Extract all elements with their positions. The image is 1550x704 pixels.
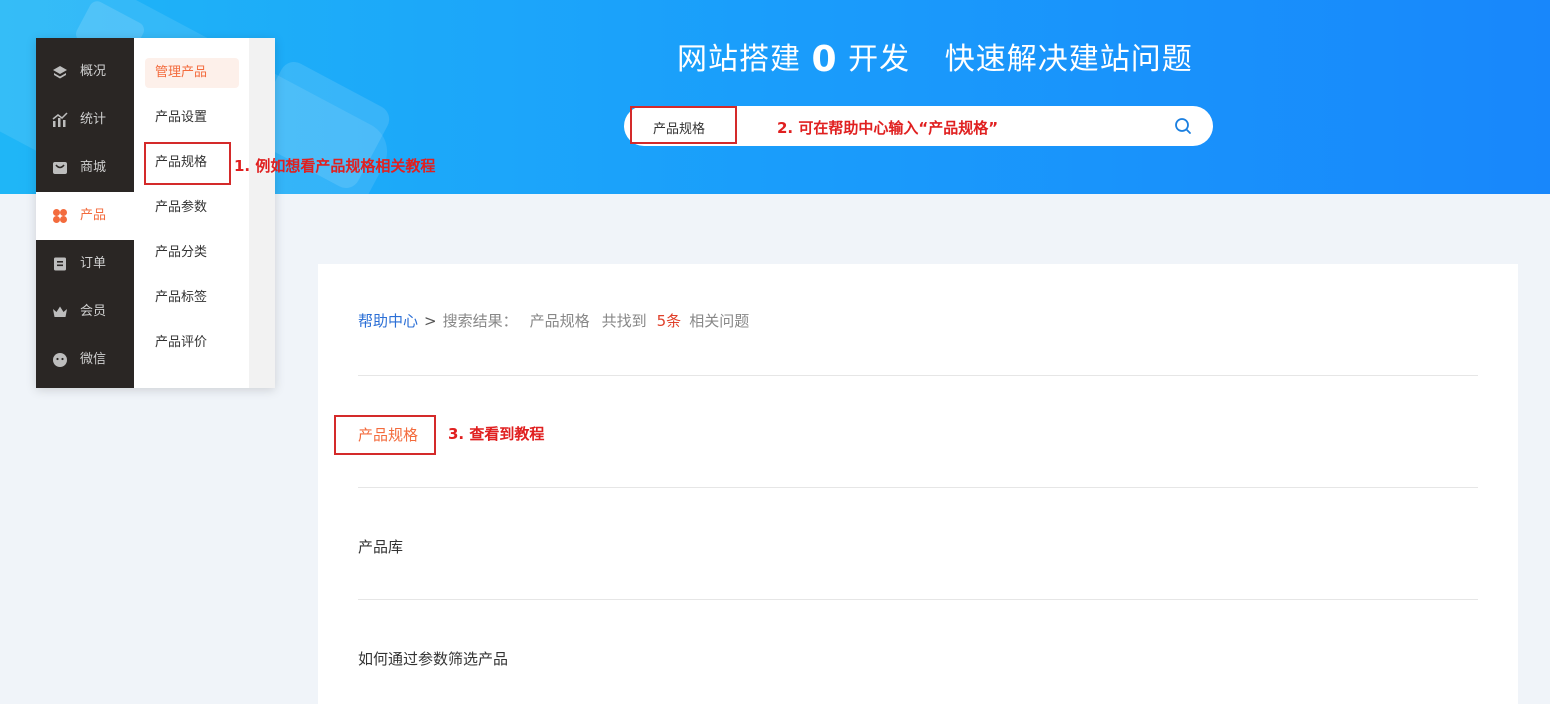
nav-label: 会员 [80,304,107,319]
breadcrumb-separator: > [424,312,437,330]
nav-label: 商城 [80,160,107,175]
submenu-product-tags[interactable]: 产品标签 [145,283,239,313]
submenu-manage-products[interactable]: 管理产品 [145,58,239,88]
divider [358,599,1478,600]
nav-label: 微信 [80,352,107,367]
result-link[interactable]: 产品库 [358,536,403,557]
nav-label: 统计 [80,112,107,127]
breadcrumb-keyword: 产品规格 [529,312,590,330]
nav-label: 概况 [80,64,107,79]
submenu-highlight-box [144,142,231,185]
annotation-step2: 2. 可在帮助中心输入“产品规格” [777,119,999,137]
annotation-step1: 1. 例如想看产品规格相关教程 [234,157,436,175]
breadcrumb-suffix: 相关问题 [689,312,750,330]
headline-part-c: 快速解决建站问题 [944,42,1193,77]
search-icon[interactable] [1174,117,1192,135]
result-link[interactable]: 如何通过参数筛选产品 [358,648,508,669]
result-count: 5条 [656,312,682,330]
submenu-product-reviews[interactable]: 产品评价 [145,328,239,358]
shop-icon [53,162,67,174]
order-icon [54,257,66,271]
breadcrumb-home-link[interactable]: 帮助中心 [358,312,418,330]
breadcrumb-prefix: 搜索结果： [442,312,518,330]
breadcrumb-found-label: 共找到 [601,312,647,330]
nav-label: 产品 [80,208,107,223]
headline-zero: 0 [811,39,838,80]
nav-item-stats[interactable]: 统计 [36,96,134,144]
search-highlight-box [630,106,737,144]
nav-item-wechat[interactable]: 微信 [36,336,134,384]
divider [358,487,1478,488]
nav-item-members[interactable]: 会员 [36,288,134,336]
nav-item-orders[interactable]: 订单 [36,240,134,288]
sidebar-scroll-gutter [249,38,275,388]
result-highlight-box [334,415,436,455]
submenu-product-categories[interactable]: 产品分类 [145,238,239,268]
admin-sidebar-popup: 概况 统计 商城 产品 订单 会员 微信 管理产品 产品设置 产品规格 产品参数… [36,38,275,388]
crown-icon [53,306,67,317]
headline-part-a: 网站搭建 [677,42,801,77]
nav-item-shop[interactable]: 商城 [36,144,134,192]
annotation-step3: 3. 查看到教程 [448,425,545,443]
submenu-product-settings[interactable]: 产品设置 [145,103,239,133]
banner-headline: 网站搭建 0 开发 快速解决建站问题 [677,34,1193,80]
submenu-product-params[interactable]: 产品参数 [145,193,239,223]
chart-icon [52,112,68,127]
nav-item-overview[interactable]: 概况 [36,48,134,96]
headline-part-b: 开发 [848,42,911,77]
nav-item-product[interactable]: 产品 [36,192,134,240]
breadcrumb: 帮助中心 > 搜索结果： 产品规格 共找到 5条 相关问题 [358,310,749,331]
nav-label: 订单 [80,256,107,271]
layers-icon [53,66,67,79]
divider [358,375,1478,376]
wechat-icon [53,353,67,367]
product-icon [53,209,67,223]
